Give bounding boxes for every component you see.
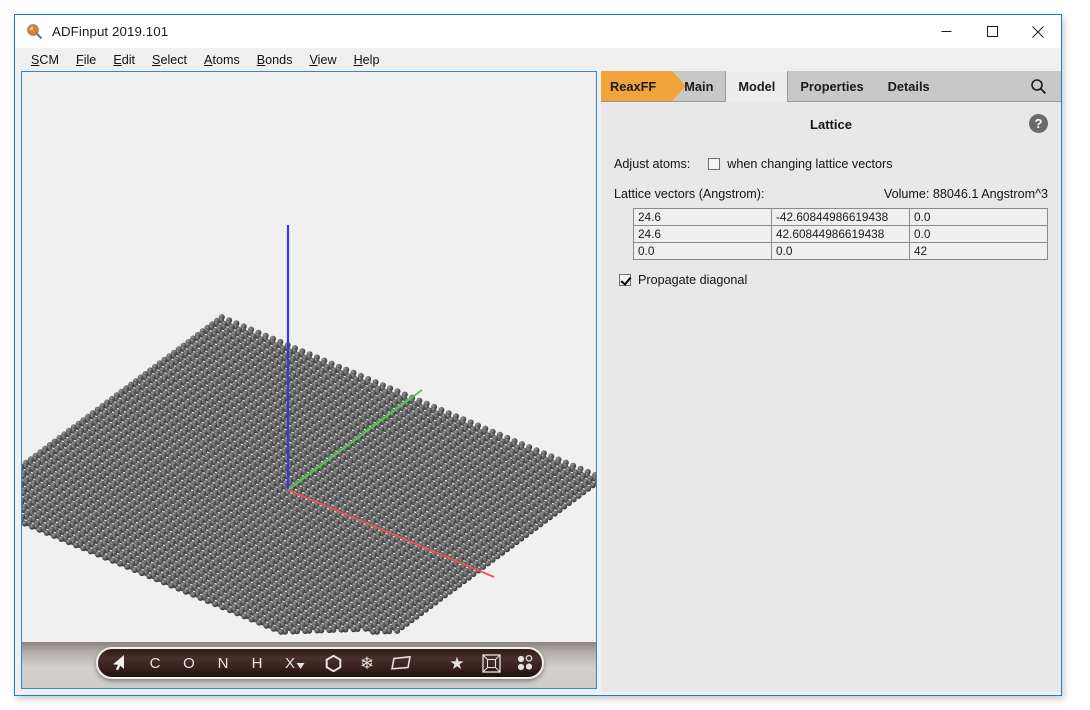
atom-toolbar[interactable]: C O N H X ❄ ★ [96, 647, 544, 679]
ring-tool[interactable] [316, 649, 350, 677]
carbon-tool[interactable]: C [138, 649, 172, 677]
tab-main-label: Main [684, 78, 714, 94]
lattice-vectors-label: Lattice vectors (Angstrom): [614, 187, 765, 201]
lattice-cell-2-1[interactable]: 0.0 [772, 243, 910, 260]
maximize-button[interactable] [969, 15, 1015, 48]
select-cursor-tool[interactable] [98, 649, 138, 677]
nitrogen-tool[interactable]: N [206, 649, 240, 677]
table-row: 24.6 42.60844986619438 0.0 [634, 226, 1047, 243]
multi-view-tool[interactable] [508, 649, 542, 677]
adjust-atoms-checkbox[interactable] [708, 158, 721, 170]
search-icon[interactable] [1016, 71, 1061, 101]
menu-item-file[interactable]: File [76, 53, 96, 67]
tab-details[interactable]: Details [876, 71, 942, 101]
favorites-tool[interactable]: ★ [440, 649, 474, 677]
lattice-cell-1-0[interactable]: 24.6 [634, 226, 772, 243]
window-title: ADFinput 2019.101 [52, 24, 169, 39]
menu-item-edit[interactable]: Edit [113, 53, 135, 67]
lattice-section: Lattice ? Adjust atoms: when changing la… [601, 102, 1061, 692]
propagate-diagonal-label[interactable]: Propagate diagonal [638, 273, 747, 287]
adjust-atoms-row: Adjust atoms: when changing lattice vect… [614, 157, 1061, 171]
tab-model-label: Model [738, 78, 776, 94]
menu-item-scm[interactable]: SCM [31, 53, 59, 67]
tool-strip: C O N H X ❄ ★ [22, 642, 596, 688]
adjust-atoms-checkbox-label[interactable]: when changing lattice vectors [727, 157, 892, 171]
table-row: 0.0 0.0 42 [634, 243, 1047, 260]
table-row: 24.6 -42.60844986619438 0.0 [634, 209, 1047, 226]
title-bar: ADFinput 2019.101 [15, 15, 1061, 48]
crystal-tool[interactable]: ❄ [350, 649, 384, 677]
menu-item-view[interactable]: View [309, 53, 336, 67]
screen: ADFinput 2019.101 SCM File Edit Select A… [0, 0, 1090, 710]
adjust-atoms-label: Adjust atoms: [614, 157, 691, 171]
menu-item-bonds[interactable]: Bonds [257, 53, 293, 67]
lattice-vectors-table[interactable]: 24.6 -42.60844986619438 0.0 24.6 42.60844986… [633, 208, 1048, 260]
lattice-cell-1-2[interactable]: 0.0 [910, 226, 1047, 243]
help-icon[interactable]: ? [1029, 114, 1048, 133]
lattice-cell-1-1[interactable]: 42.60844986619438 [772, 226, 910, 243]
menu-bar: SCM File Edit Select Atoms Bonds View He… [15, 48, 1061, 71]
plane-tool[interactable] [384, 649, 418, 677]
oxygen-tool[interactable]: O [172, 649, 206, 677]
tab-properties[interactable]: Properties [788, 71, 875, 101]
magnifier-icon [26, 23, 43, 40]
settings-panel: ReaxFF Main Model Properties Details Lattice… [601, 71, 1061, 692]
propagate-diagonal-checkbox[interactable] [619, 274, 631, 286]
propagate-diagonal-row: Propagate diagonal [619, 273, 1061, 287]
tab-properties-label: Properties [800, 78, 864, 94]
lattice-cell-0-1[interactable]: -42.60844986619438 [772, 209, 910, 226]
lattice-vectors-header: Lattice vectors (Angstrom): Volume: 8804… [614, 187, 1048, 201]
window-controls [923, 15, 1061, 48]
menu-item-atoms[interactable]: Atoms [204, 53, 240, 67]
menu-item-help[interactable]: Help [354, 53, 380, 67]
tab-bar: ReaxFF Main Model Properties Details [601, 71, 1061, 102]
lattice-cell-0-2[interactable]: 0.0 [910, 209, 1047, 226]
lattice-cell-2-2[interactable]: 42 [910, 243, 1047, 260]
close-button[interactable] [1015, 15, 1061, 48]
main-area: C O N H X ❄ ★ ReaxFF Main Model Properties Details… [15, 71, 1061, 695]
application-window: ADFinput 2019.101 SCM File Edit Select A… [14, 14, 1062, 696]
tab-reaxff-label: ReaxFF [610, 78, 657, 94]
page-title: Lattice [810, 117, 852, 132]
tab-main[interactable]: Main [672, 71, 725, 101]
element-picker-tool[interactable]: X [274, 649, 316, 677]
unit-cell-tool[interactable] [474, 649, 508, 677]
lattice-cell-2-0[interactable]: 0.0 [634, 243, 772, 260]
tab-model[interactable]: Model [725, 71, 789, 102]
molecule-canvas[interactable] [22, 72, 596, 642]
tab-reaxff[interactable]: ReaxFF [601, 71, 687, 101]
graphene-sheet-render [22, 72, 596, 642]
tab-details-label: Details [887, 78, 930, 94]
minimize-button[interactable] [923, 15, 969, 48]
lattice-cell-0-0[interactable]: 24.6 [634, 209, 772, 226]
hydrogen-tool[interactable]: H [240, 649, 274, 677]
menu-item-select[interactable]: Select [152, 53, 187, 67]
volume-label: Volume: 88046.1 Angstrom^3 [883, 187, 1048, 201]
molecule-viewport[interactable]: C O N H X ❄ ★ [21, 71, 597, 689]
